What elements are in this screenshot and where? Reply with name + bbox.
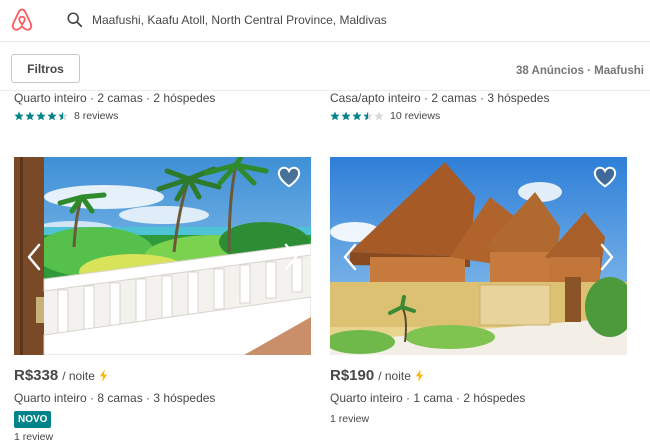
listing-photo[interactable] [330,157,627,355]
previous-photo-arrow-icon[interactable] [26,243,42,271]
listing-details: Quarto inteiro · 1 cama · 2 hóspedes [330,391,526,405]
listing-price: R$338 [14,367,59,384]
star-icon [25,111,35,121]
star-icon [330,111,340,121]
star-icon [14,111,24,121]
previous-photo-arrow-icon[interactable] [342,243,358,271]
listing-card-previous[interactable]: Casa/apto inteiro · 2 camas · 3 hóspedes… [330,88,630,132]
price-row: R$338 / noite [14,367,108,384]
star-rating [14,111,69,121]
lightning-icon [415,369,424,382]
filters-button[interactable]: Filtros [11,54,80,83]
star-icon [341,111,351,121]
rating: 8 reviews [14,110,118,122]
beach-balcony-photo [14,157,311,355]
price-row: R$190 / noite [330,367,424,384]
airbnb-logo-icon[interactable] [9,7,35,33]
top-header: Maafushi, Kaafu Atoll, North Central Pro… [0,0,650,42]
search-icon [67,12,83,28]
review-count: 1 review [14,431,54,443]
review-count: 10 reviews [390,110,441,122]
heart-icon[interactable] [276,165,302,189]
price-unit: / noite [378,369,411,383]
rating: 10 reviews [330,110,440,122]
listing-card-previous[interactable]: Quarto inteiro · 2 camas · 2 hóspedes 8 … [14,88,314,132]
next-photo-arrow-icon[interactable] [599,243,615,271]
lightning-icon [99,369,108,382]
heart-icon[interactable] [592,165,618,189]
next-photo-arrow-icon[interactable] [283,243,299,271]
listing-details: Quarto inteiro · 8 camas · 3 hóspedes [14,391,216,405]
search-bar[interactable]: Maafushi, Kaafu Atoll, North Central Pro… [66,9,486,31]
listing-photo[interactable] [14,157,311,355]
star-icon [36,111,46,121]
listing-count: 38 Anúncios · Maafushi [515,65,644,77]
review-count: 1 review [330,413,370,425]
star-icon [363,111,373,121]
star-icon [58,111,68,121]
listing-price: R$190 [330,367,375,384]
listing-details: Quarto inteiro · 2 camas · 2 hóspedes [14,91,216,105]
new-badge: NOVO [14,411,52,428]
price-unit: / noite [62,369,95,383]
star-icon [47,111,57,121]
star-icon [374,111,384,121]
star-icon [352,111,362,121]
thatched-villas-photo [330,157,627,355]
review-count: 8 reviews [74,110,119,122]
filter-bar: Filtros 38 Anúncios · Maafushi [0,43,650,91]
search-input[interactable]: Maafushi, Kaafu Atoll, North Central Pro… [92,13,387,27]
listing-details: Casa/apto inteiro · 2 camas · 3 hóspedes [330,91,550,105]
star-rating [330,111,385,121]
